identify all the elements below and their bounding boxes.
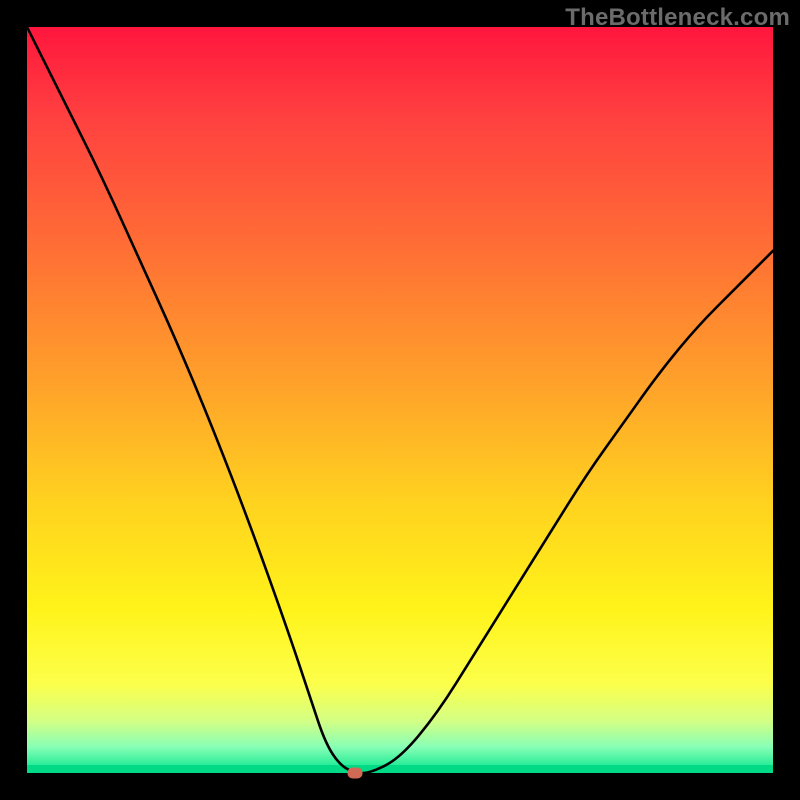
watermark-text: TheBottleneck.com [565,4,790,32]
bottleneck-curve [27,27,773,773]
chart-frame: TheBottleneck.com [0,0,800,800]
plot-area [27,27,773,773]
curve-svg [27,27,773,773]
optimal-point-marker [348,768,363,779]
